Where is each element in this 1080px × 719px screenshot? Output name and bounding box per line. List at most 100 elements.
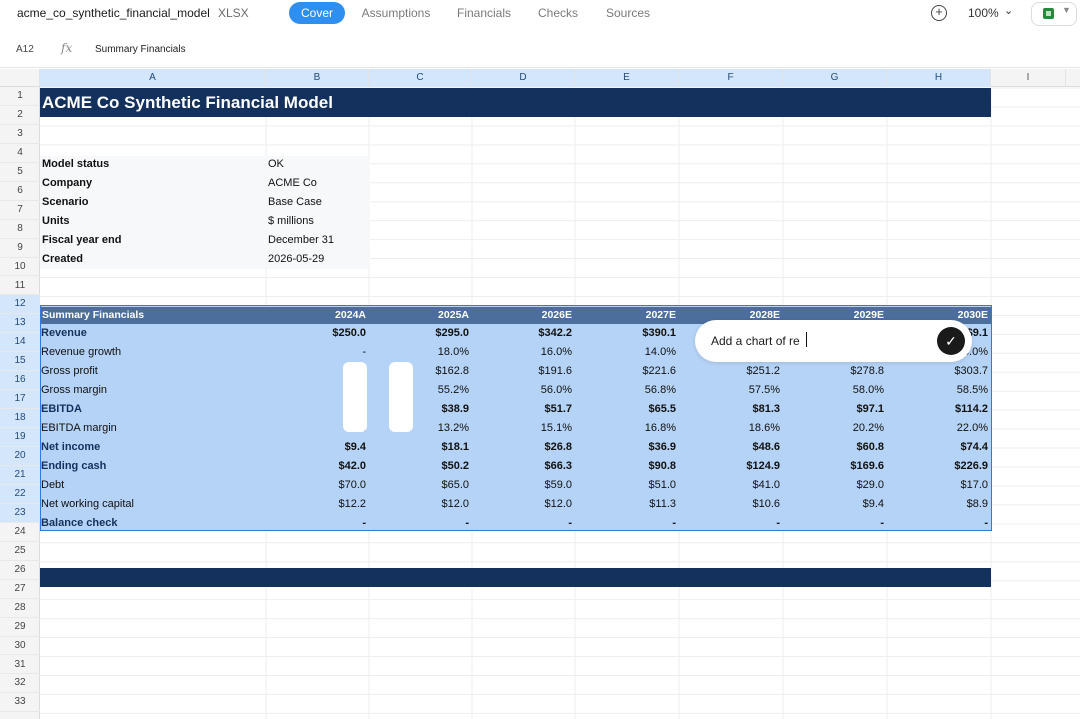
table-cell[interactable]: $12.2: [296, 498, 366, 510]
row-label[interactable]: Ending cash: [41, 460, 106, 472]
summary-header[interactable]: Summary Financials: [42, 309, 144, 321]
row-label[interactable]: Net working capital: [41, 498, 134, 510]
row-header-26[interactable]: 26: [0, 561, 40, 580]
table-cell[interactable]: $221.6: [606, 365, 676, 377]
row-header-30[interactable]: 30: [0, 637, 40, 656]
plus-circle-icon[interactable]: +: [931, 5, 947, 21]
table-cell[interactable]: $8.9: [918, 498, 988, 510]
table-cell[interactable]: $26.8: [502, 441, 572, 453]
table-cell[interactable]: 58.0%: [814, 384, 884, 396]
row-label[interactable]: EBITDA: [41, 403, 82, 415]
row-header-17[interactable]: 17: [0, 390, 40, 410]
row-header-28[interactable]: 28: [0, 599, 40, 618]
table-cell[interactable]: -: [710, 517, 780, 529]
drag-handle-right[interactable]: [389, 362, 413, 432]
row-header-11[interactable]: 11: [0, 277, 40, 296]
row-label[interactable]: Debt: [41, 479, 64, 491]
table-cell[interactable]: $295.0: [399, 327, 469, 339]
row-label[interactable]: Balance check: [41, 517, 117, 529]
table-cell[interactable]: $59.0: [502, 479, 572, 491]
table-cell[interactable]: $51.0: [606, 479, 676, 491]
table-cell[interactable]: $50.2: [399, 460, 469, 472]
table-cell[interactable]: $74.4: [918, 441, 988, 453]
table-cell[interactable]: $29.0: [814, 479, 884, 491]
row-header-12[interactable]: 12: [0, 295, 40, 315]
table-cell[interactable]: $42.0: [296, 460, 366, 472]
table-cell[interactable]: $65.0: [399, 479, 469, 491]
table-cell[interactable]: 20.2%: [814, 422, 884, 434]
info-value-scenario[interactable]: Base Case: [268, 196, 322, 208]
table-cell[interactable]: $70.0: [296, 479, 366, 491]
table-cell[interactable]: $9.4: [296, 441, 366, 453]
table-cell[interactable]: $12.0: [399, 498, 469, 510]
table-cell[interactable]: 56.0%: [502, 384, 572, 396]
column-header-b[interactable]: B: [266, 69, 369, 87]
table-cell[interactable]: $9.4: [814, 498, 884, 510]
table-cell[interactable]: -: [296, 517, 366, 529]
table-cell[interactable]: $124.9: [710, 460, 780, 472]
table-cell[interactable]: 18.0%: [399, 346, 469, 358]
prompt-input[interactable]: Add a chart of re: [711, 334, 800, 348]
info-value-model-status[interactable]: OK: [268, 158, 284, 170]
table-cell[interactable]: $90.8: [606, 460, 676, 472]
row-label[interactable]: Revenue: [41, 327, 87, 339]
info-value-fiscal-year-end[interactable]: December 31: [268, 234, 334, 246]
info-value-company[interactable]: ACME Co: [268, 177, 317, 189]
row-header-25[interactable]: 25: [0, 542, 40, 561]
row-header-19[interactable]: 19: [0, 428, 40, 448]
row-header-29[interactable]: 29: [0, 618, 40, 637]
table-cell[interactable]: $41.0: [710, 479, 780, 491]
table-cell[interactable]: 22.0%: [918, 422, 988, 434]
cell-reference[interactable]: A12: [16, 44, 34, 55]
zoom-level[interactable]: 100%: [968, 6, 999, 20]
column-header-e[interactable]: E: [575, 69, 679, 87]
year-header-2027E[interactable]: 2027E: [616, 309, 676, 321]
table-cell[interactable]: $97.1: [814, 403, 884, 415]
row-header-15[interactable]: 15: [0, 352, 40, 372]
table-cell[interactable]: $10.6: [710, 498, 780, 510]
row-header-20[interactable]: 20: [0, 447, 40, 466]
row-label[interactable]: EBITDA margin: [41, 422, 117, 434]
submit-button[interactable]: ✓: [937, 327, 965, 355]
row-header-23[interactable]: 23: [0, 503, 40, 523]
row-header-2[interactable]: 2: [0, 106, 40, 125]
column-header-h[interactable]: H: [887, 69, 991, 87]
table-cell[interactable]: $303.7: [918, 365, 988, 377]
column-header-f[interactable]: F: [679, 69, 783, 87]
table-cell[interactable]: $251.2: [710, 365, 780, 377]
table-cell[interactable]: $65.5: [606, 403, 676, 415]
tab-checks[interactable]: Checks: [533, 2, 583, 24]
column-header-i[interactable]: I: [991, 69, 1066, 87]
table-cell[interactable]: $51.7: [502, 403, 572, 415]
chevron-down-icon[interactable]: ⌄: [1004, 4, 1013, 17]
row-header-21[interactable]: 21: [0, 466, 40, 485]
table-cell[interactable]: $81.3: [710, 403, 780, 415]
row-header-5[interactable]: 5: [0, 163, 40, 182]
table-cell[interactable]: $191.6: [502, 365, 572, 377]
row-label[interactable]: Gross profit: [41, 365, 98, 377]
row-header-7[interactable]: 7: [0, 201, 40, 220]
row-header-27[interactable]: 27: [0, 580, 40, 599]
row-header-13[interactable]: 13: [0, 314, 40, 334]
row-header-33[interactable]: 33: [0, 693, 40, 713]
table-cell[interactable]: 56.8%: [606, 384, 676, 396]
table-cell[interactable]: $18.1: [399, 441, 469, 453]
table-cell[interactable]: $48.6: [710, 441, 780, 453]
row-label[interactable]: Revenue growth: [41, 346, 121, 358]
row-label[interactable]: Gross margin: [41, 384, 107, 396]
table-cell[interactable]: $17.0: [918, 479, 988, 491]
table-cell[interactable]: $36.9: [606, 441, 676, 453]
table-cell[interactable]: 16.0%: [502, 346, 572, 358]
year-header-2026E[interactable]: 2026E: [512, 309, 572, 321]
row-label[interactable]: Net income: [41, 441, 100, 453]
table-cell[interactable]: -: [814, 517, 884, 529]
tab-assumptions[interactable]: Assumptions: [356, 2, 436, 24]
table-cell[interactable]: -: [918, 517, 988, 529]
row-header-24[interactable]: 24: [0, 523, 40, 542]
column-header-a[interactable]: A: [40, 69, 266, 87]
row-header-9[interactable]: 9: [0, 239, 40, 258]
info-value-created[interactable]: 2026-05-29: [268, 253, 324, 265]
row-header-6[interactable]: 6: [0, 182, 40, 201]
table-cell[interactable]: 16.8%: [606, 422, 676, 434]
tab-cover[interactable]: Cover: [289, 2, 345, 24]
